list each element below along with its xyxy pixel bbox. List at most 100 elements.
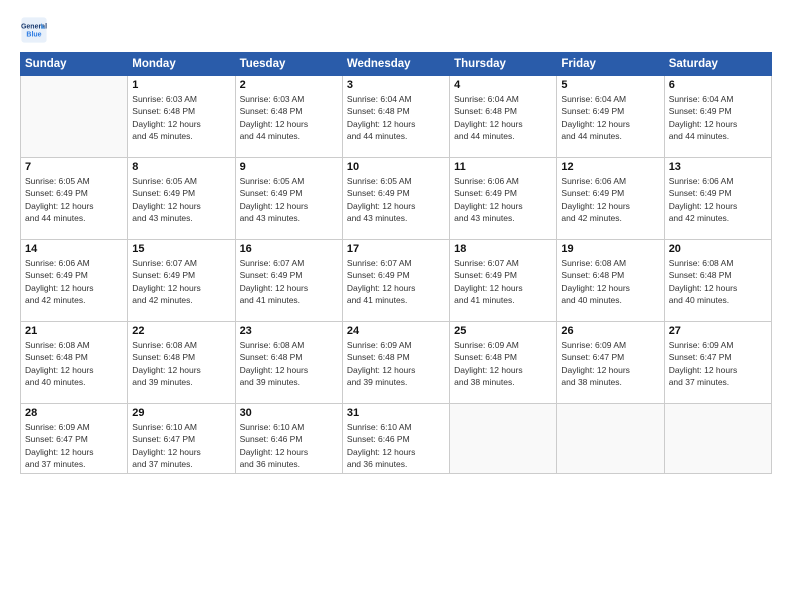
day-info: Sunrise: 6:08 AM Sunset: 6:48 PM Dayligh…: [25, 339, 123, 388]
day-number: 3: [347, 79, 445, 91]
day-number: 30: [240, 407, 338, 419]
day-info: Sunrise: 6:08 AM Sunset: 6:48 PM Dayligh…: [561, 257, 659, 306]
day-info: Sunrise: 6:07 AM Sunset: 6:49 PM Dayligh…: [240, 257, 338, 306]
calendar-cell: 16 Sunrise: 6:07 AM Sunset: 6:49 PM Dayli…: [235, 240, 342, 322]
calendar-cell: 29Sunrise: 6:10 AM Sunset: 6:47 PM Dayli…: [128, 404, 235, 474]
day-number: 4: [454, 79, 552, 91]
day-info: Sunrise: 6:09 AM Sunset: 6:47 PM Dayligh…: [669, 339, 767, 388]
calendar-cell: 1 Sunrise: 6:03 AM Sunset: 6:48 PM Daylig…: [128, 76, 235, 158]
calendar-cell: 4Sunrise: 6:04 AM Sunset: 6:48 PM Daylig…: [450, 76, 557, 158]
day-info: Sunrise: 6:09 AM Sunset: 6:47 PM Dayligh…: [561, 339, 659, 388]
calendar-cell: 13 Sunrise: 6:06 AM Sunset: 6:49 PM Dayli…: [664, 158, 771, 240]
day-number: 17: [347, 243, 445, 255]
calendar-cell: 26Sunrise: 6:09 AM Sunset: 6:47 PM Dayli…: [557, 322, 664, 404]
svg-text:Blue: Blue: [26, 31, 41, 38]
day-number: 25: [454, 325, 552, 337]
day-number: 29: [132, 407, 230, 419]
day-header-wednesday: Wednesday: [342, 53, 449, 76]
day-number: 20: [669, 243, 767, 255]
day-info: Sunrise: 6:10 AM Sunset: 6:46 PM Dayligh…: [240, 421, 338, 470]
calendar-cell: 15 Sunrise: 6:07 AM Sunset: 6:49 PM Dayli…: [128, 240, 235, 322]
calendar-cell: 30 Sunrise: 6:10 AM Sunset: 6:46 PM Dayli…: [235, 404, 342, 474]
day-info: Sunrise: 6:06 AM Sunset: 6:49 PM Dayligh…: [561, 175, 659, 224]
day-number: 11: [454, 161, 552, 173]
day-info: Sunrise: 6:08 AM Sunset: 6:48 PM Dayligh…: [132, 339, 230, 388]
day-info: Sunrise: 6:10 AM Sunset: 6:46 PM Dayligh…: [347, 421, 445, 470]
calendar-cell: 20 Sunrise: 6:08 AM Sunset: 6:48 PM Dayli…: [664, 240, 771, 322]
calendar-cell: 9Sunrise: 6:05 AM Sunset: 6:49 PM Daylig…: [235, 158, 342, 240]
day-number: 16: [240, 243, 338, 255]
calendar-cell: 14 Sunrise: 6:06 AM Sunset: 6:49 PM Dayli…: [21, 240, 128, 322]
calendar-cell: 28Sunrise: 6:09 AM Sunset: 6:47 PM Dayli…: [21, 404, 128, 474]
day-number: 22: [132, 325, 230, 337]
day-info: Sunrise: 6:06 AM Sunset: 6:49 PM Dayligh…: [454, 175, 552, 224]
day-header-saturday: Saturday: [664, 53, 771, 76]
day-info: Sunrise: 6:09 AM Sunset: 6:48 PM Dayligh…: [454, 339, 552, 388]
day-info: Sunrise: 6:05 AM Sunset: 6:49 PM Dayligh…: [240, 175, 338, 224]
day-number: 1: [132, 79, 230, 91]
day-number: 15: [132, 243, 230, 255]
day-header-sunday: Sunday: [21, 53, 128, 76]
day-number: 8: [132, 161, 230, 173]
calendar-cell: 24 Sunrise: 6:09 AM Sunset: 6:48 PM Dayli…: [342, 322, 449, 404]
day-number: 24: [347, 325, 445, 337]
day-info: Sunrise: 6:08 AM Sunset: 6:48 PM Dayligh…: [669, 257, 767, 306]
day-info: Sunrise: 6:07 AM Sunset: 6:49 PM Dayligh…: [132, 257, 230, 306]
calendar-header-row: SundayMondayTuesdayWednesdayThursdayFrid…: [21, 53, 772, 76]
calendar-cell: 8Sunrise: 6:05 AM Sunset: 6:49 PM Daylig…: [128, 158, 235, 240]
logo-icon: General Blue: [20, 16, 48, 44]
day-info: Sunrise: 6:08 AM Sunset: 6:48 PM Dayligh…: [240, 339, 338, 388]
day-number: 18: [454, 243, 552, 255]
day-number: 7: [25, 161, 123, 173]
day-header-friday: Friday: [557, 53, 664, 76]
day-info: Sunrise: 6:06 AM Sunset: 6:49 PM Dayligh…: [25, 257, 123, 306]
calendar-cell: 23Sunrise: 6:08 AM Sunset: 6:48 PM Dayli…: [235, 322, 342, 404]
day-info: Sunrise: 6:06 AM Sunset: 6:49 PM Dayligh…: [669, 175, 767, 224]
calendar-cell: 31 Sunrise: 6:10 AM Sunset: 6:46 PM Dayli…: [342, 404, 449, 474]
day-number: 14: [25, 243, 123, 255]
calendar-cell: [450, 404, 557, 474]
day-number: 12: [561, 161, 659, 173]
day-info: Sunrise: 6:04 AM Sunset: 6:49 PM Dayligh…: [669, 93, 767, 142]
day-info: Sunrise: 6:05 AM Sunset: 6:49 PM Dayligh…: [347, 175, 445, 224]
calendar-cell: 25 Sunrise: 6:09 AM Sunset: 6:48 PM Dayli…: [450, 322, 557, 404]
day-info: Sunrise: 6:04 AM Sunset: 6:49 PM Dayligh…: [561, 93, 659, 142]
calendar-cell: 2Sunrise: 6:03 AM Sunset: 6:48 PM Daylig…: [235, 76, 342, 158]
calendar-cell: 6 Sunrise: 6:04 AM Sunset: 6:49 PM Daylig…: [664, 76, 771, 158]
day-number: 27: [669, 325, 767, 337]
calendar-cell: [21, 76, 128, 158]
day-info: Sunrise: 6:04 AM Sunset: 6:48 PM Dayligh…: [347, 93, 445, 142]
calendar-cell: 11 Sunrise: 6:06 AM Sunset: 6:49 PM Dayli…: [450, 158, 557, 240]
day-number: 2: [240, 79, 338, 91]
week-row-1: 1 Sunrise: 6:03 AM Sunset: 6:48 PM Daylig…: [21, 76, 772, 158]
day-info: Sunrise: 6:07 AM Sunset: 6:49 PM Dayligh…: [347, 257, 445, 306]
week-row-4: 21 Sunrise: 6:08 AM Sunset: 6:48 PM Dayli…: [21, 322, 772, 404]
calendar-cell: 18 Sunrise: 6:07 AM Sunset: 6:49 PM Dayli…: [450, 240, 557, 322]
day-info: Sunrise: 6:07 AM Sunset: 6:49 PM Dayligh…: [454, 257, 552, 306]
day-number: 13: [669, 161, 767, 173]
calendar-cell: 5Sunrise: 6:04 AM Sunset: 6:49 PM Daylig…: [557, 76, 664, 158]
day-number: 21: [25, 325, 123, 337]
week-row-2: 7 Sunrise: 6:05 AM Sunset: 6:49 PM Daylig…: [21, 158, 772, 240]
calendar-cell: 22 Sunrise: 6:08 AM Sunset: 6:48 PM Dayli…: [128, 322, 235, 404]
calendar-cell: 21 Sunrise: 6:08 AM Sunset: 6:48 PM Dayli…: [21, 322, 128, 404]
day-info: Sunrise: 6:03 AM Sunset: 6:48 PM Dayligh…: [132, 93, 230, 142]
calendar-cell: 19Sunrise: 6:08 AM Sunset: 6:48 PM Dayli…: [557, 240, 664, 322]
header: General Blue: [20, 16, 772, 44]
calendar-cell: 27 Sunrise: 6:09 AM Sunset: 6:47 PM Dayli…: [664, 322, 771, 404]
day-info: Sunrise: 6:09 AM Sunset: 6:47 PM Dayligh…: [25, 421, 123, 470]
day-info: Sunrise: 6:09 AM Sunset: 6:48 PM Dayligh…: [347, 339, 445, 388]
day-number: 31: [347, 407, 445, 419]
day-number: 6: [669, 79, 767, 91]
calendar-cell: [664, 404, 771, 474]
calendar-cell: [557, 404, 664, 474]
week-row-3: 14 Sunrise: 6:06 AM Sunset: 6:49 PM Dayli…: [21, 240, 772, 322]
week-row-5: 28Sunrise: 6:09 AM Sunset: 6:47 PM Dayli…: [21, 404, 772, 474]
day-number: 10: [347, 161, 445, 173]
day-header-thursday: Thursday: [450, 53, 557, 76]
calendar-cell: 10 Sunrise: 6:05 AM Sunset: 6:49 PM Dayli…: [342, 158, 449, 240]
day-header-tuesday: Tuesday: [235, 53, 342, 76]
logo: General Blue: [20, 16, 48, 44]
calendar-cell: 7Sunrise: 6:05 AM Sunset: 6:49 PM Daylig…: [21, 158, 128, 240]
calendar-cell: 12 Sunrise: 6:06 AM Sunset: 6:49 PM Dayli…: [557, 158, 664, 240]
